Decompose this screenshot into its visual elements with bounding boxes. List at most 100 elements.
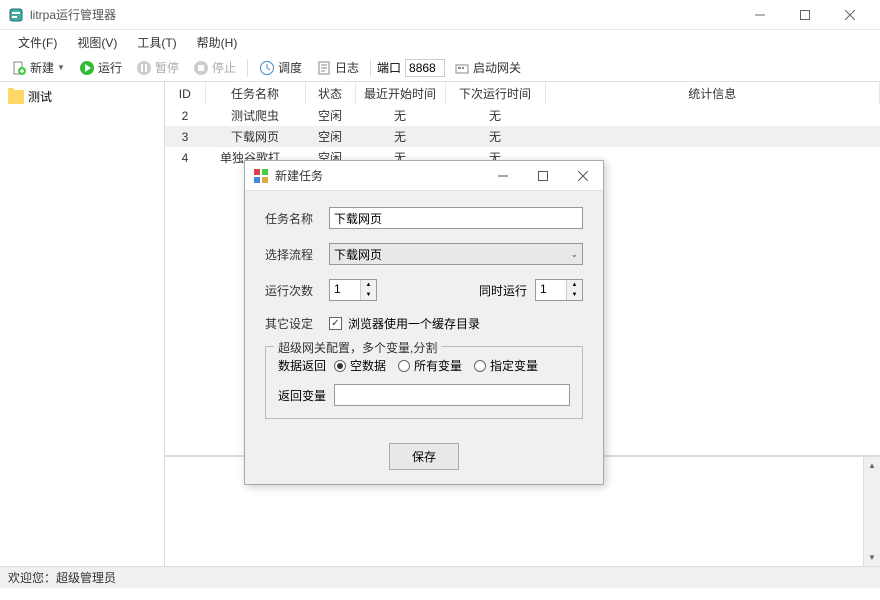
- dialog-close-button[interactable]: [563, 162, 603, 190]
- menubar: 文件(F) 视图(V) 工具(T) 帮助(H): [0, 30, 880, 54]
- schedule-label: 调度: [278, 59, 302, 76]
- log-button[interactable]: 日志: [311, 57, 364, 78]
- table-cell: 空闲: [305, 105, 355, 126]
- task-table: ID 任务名称 状态 最近开始时间 下次运行时间 统计信息 2测试爬虫空闲无无3…: [165, 82, 880, 168]
- select-flow-dropdown[interactable]: 下载网页 ⌄: [329, 243, 583, 265]
- radio-empty-label: 空数据: [350, 357, 386, 374]
- menu-tools[interactable]: 工具(T): [127, 32, 186, 53]
- table-cell: [545, 105, 880, 126]
- menu-help[interactable]: 帮助(H): [187, 32, 248, 53]
- data-return-label: 数据返回: [278, 357, 326, 374]
- new-button[interactable]: 新建 ▼: [6, 57, 70, 78]
- separator: [247, 59, 248, 77]
- other-settings-label: 其它设定: [265, 315, 321, 332]
- minimize-button[interactable]: [737, 0, 782, 30]
- table-row[interactable]: 2测试爬虫空闲无无: [165, 105, 880, 126]
- task-name-input[interactable]: [329, 207, 583, 229]
- folder-icon: [8, 90, 24, 104]
- col-status[interactable]: 状态: [305, 82, 355, 105]
- table-cell: 无: [355, 126, 445, 147]
- log-icon: [316, 60, 332, 76]
- app-icon: [8, 7, 24, 23]
- dialog-titlebar[interactable]: 新建任务: [245, 161, 603, 191]
- table-cell: 空闲: [305, 126, 355, 147]
- close-button[interactable]: [827, 0, 872, 30]
- task-name-label: 任务名称: [265, 210, 321, 227]
- spinner-down[interactable]: ▼: [567, 290, 582, 300]
- return-var-input[interactable]: [334, 384, 570, 406]
- dialog-minimize-button[interactable]: [483, 162, 523, 190]
- stop-button[interactable]: 停止: [188, 57, 241, 78]
- statusbar: 欢迎您：超级管理员: [0, 566, 880, 588]
- col-stats[interactable]: 统计信息: [545, 82, 880, 105]
- toolbar: 新建 ▼ 运行 暂停 停止 调度 日志 端口 启动网关: [0, 54, 880, 82]
- menu-view[interactable]: 视图(V): [67, 32, 127, 53]
- log-label: 日志: [335, 59, 359, 76]
- scroll-down-icon[interactable]: ▼: [864, 549, 880, 566]
- maximize-button[interactable]: [782, 0, 827, 30]
- pause-button[interactable]: 暂停: [131, 57, 184, 78]
- table-row[interactable]: 3下载网页空闲无无: [165, 126, 880, 147]
- scrollbar-vertical[interactable]: ▲ ▼: [863, 457, 880, 566]
- table-cell: 4: [165, 147, 205, 168]
- new-task-dialog: 新建任务 任务名称 选择流程 下载网页 ⌄ 运行次数 1 ▲▼ 同时运行: [244, 160, 604, 485]
- new-label: 新建: [30, 59, 54, 76]
- schedule-button[interactable]: 调度: [254, 57, 307, 78]
- browser-cache-checkbox[interactable]: [329, 317, 342, 330]
- col-next-run[interactable]: 下次运行时间: [445, 82, 545, 105]
- window-title: litrpa运行管理器: [30, 6, 737, 23]
- radio-all-vars[interactable]: [398, 360, 410, 372]
- radio-spec-vars[interactable]: [474, 360, 486, 372]
- tree-item-label: 测试: [28, 88, 52, 105]
- spinner-down[interactable]: ▼: [361, 290, 376, 300]
- spinner-up[interactable]: ▲: [361, 280, 376, 290]
- spinner-up[interactable]: ▲: [567, 280, 582, 290]
- run-button[interactable]: 运行: [74, 57, 127, 78]
- scroll-up-icon[interactable]: ▲: [864, 457, 880, 474]
- port-input[interactable]: [405, 59, 445, 77]
- stop-label: 停止: [212, 59, 236, 76]
- chevron-down-icon: ⌄: [570, 249, 578, 260]
- stop-icon: [193, 60, 209, 76]
- menu-file[interactable]: 文件(F): [8, 32, 67, 53]
- table-cell: 3: [165, 126, 205, 147]
- run-label: 运行: [98, 59, 122, 76]
- pause-label: 暂停: [155, 59, 179, 76]
- pause-icon: [136, 60, 152, 76]
- dropdown-icon: ▼: [57, 63, 65, 72]
- browser-cache-label: 浏览器使用一个缓存目录: [348, 315, 480, 332]
- dialog-maximize-button[interactable]: [523, 162, 563, 190]
- gateway-config-fieldset: 超级网关配置，多个变量,分割 数据返回 空数据 所有变量 指定变量 返回变量: [265, 346, 583, 419]
- table-cell: 2: [165, 105, 205, 126]
- col-name[interactable]: 任务名称: [205, 82, 305, 105]
- start-gateway-label: 启动网关: [473, 59, 521, 76]
- tree-root-item[interactable]: 测试: [4, 86, 160, 107]
- run-count-spinner[interactable]: 1 ▲▼: [329, 279, 377, 301]
- radio-empty-data[interactable]: [334, 360, 346, 372]
- port-label: 端口: [377, 59, 401, 76]
- new-icon: [11, 60, 27, 76]
- radio-all-label: 所有变量: [414, 357, 462, 374]
- window-titlebar: litrpa运行管理器: [0, 0, 880, 30]
- play-icon: [79, 60, 95, 76]
- select-flow-label: 选择流程: [265, 246, 321, 263]
- dialog-title: 新建任务: [275, 167, 483, 184]
- col-last-start[interactable]: 最近开始时间: [355, 82, 445, 105]
- col-id[interactable]: ID: [165, 82, 205, 105]
- concurrent-spinner[interactable]: 1 ▲▼: [535, 279, 583, 301]
- table-cell: 无: [355, 105, 445, 126]
- return-var-label: 返回变量: [278, 387, 326, 404]
- table-cell: 测试爬虫: [205, 105, 305, 126]
- start-gateway-button[interactable]: 启动网关: [449, 57, 526, 78]
- fieldset-legend: 超级网关配置，多个变量,分割: [274, 339, 441, 356]
- select-flow-value: 下载网页: [334, 246, 382, 263]
- status-text: 欢迎您：超级管理员: [8, 569, 116, 586]
- concurrent-value: 1: [536, 280, 566, 300]
- table-cell: [545, 126, 880, 147]
- save-button[interactable]: 保存: [389, 443, 459, 470]
- run-count-value: 1: [330, 280, 360, 300]
- gateway-icon: [454, 60, 470, 76]
- clock-icon: [259, 60, 275, 76]
- table-cell: 下载网页: [205, 126, 305, 147]
- table-cell: 无: [445, 126, 545, 147]
